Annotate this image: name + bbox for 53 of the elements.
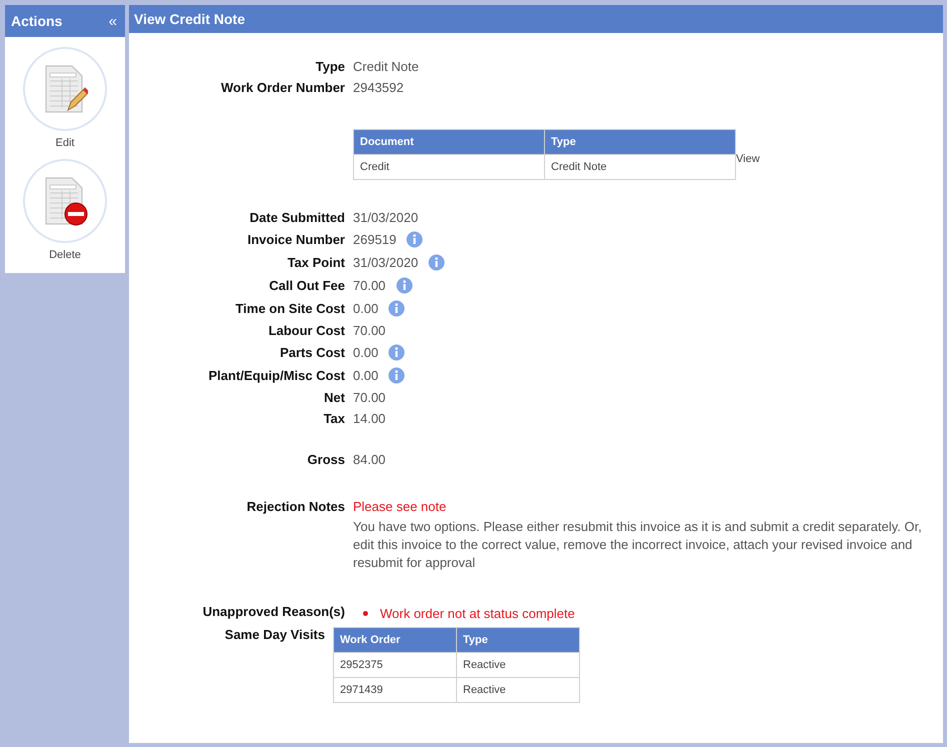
info-icon[interactable]: [406, 231, 424, 248]
field-value: 14.00: [353, 411, 386, 426]
field-label: Plant/Equip/Misc Cost: [207, 368, 345, 383]
field-label: Invoice Number: [246, 232, 345, 247]
field-label: Time on Site Cost: [234, 301, 345, 316]
field-value: Credit Note: [353, 59, 420, 74]
field-value: 269519: [353, 232, 396, 247]
field-label: Call Out Fee: [268, 278, 345, 293]
info-icon[interactable]: [428, 254, 446, 271]
field-value: 70.00: [353, 323, 386, 338]
info-icon[interactable]: [388, 344, 406, 361]
reason-text: Work order not at status complete: [380, 606, 575, 621]
rejection-note: You have two options. Please either resubmit this invoice as it is and submit a credit separately. Or, edit this invoice to the correct value, remove the incorrect invoice, attach your revised invoice and resubmit for approval: [353, 518, 923, 572]
view-link[interactable]: View: [736, 152, 760, 164]
field-label: Gross: [306, 452, 345, 467]
column-header: Type: [544, 130, 736, 154]
field-value: 0.00: [353, 345, 378, 360]
panel-title: View Credit Note: [134, 11, 245, 27]
field-label: Type: [314, 59, 345, 74]
field-label: Rejection Notes: [246, 499, 345, 514]
field-value: 0.00: [353, 368, 378, 383]
field-label: Date Submitted: [248, 210, 345, 225]
field-label: Parts Cost: [278, 345, 345, 360]
field-value: 84.00: [353, 452, 386, 467]
field-value: 0.00: [353, 301, 378, 316]
info-icon[interactable]: [388, 300, 406, 317]
table-cell: Reactive: [456, 678, 580, 702]
table-cell: Credit: [354, 154, 544, 180]
column-header: Document: [354, 130, 544, 154]
column-header: Work Order: [334, 628, 456, 652]
field-value: 2943592: [353, 80, 405, 95]
field-label: Net: [323, 390, 345, 405]
bullet-icon: [363, 611, 368, 616]
field-value: 31/03/2020: [353, 210, 418, 225]
table-cell: Credit Note: [544, 154, 736, 180]
table-cell: Reactive: [456, 652, 580, 678]
field-value: 70.00: [353, 278, 386, 293]
table-cell: 2971439: [334, 678, 456, 702]
field-label: Labour Cost: [267, 323, 345, 338]
field-label: Same Day Visits: [224, 627, 325, 642]
field-label: Tax Point: [286, 255, 345, 270]
note-link[interactable]: Please see note: [353, 499, 446, 514]
field-label: Tax: [322, 411, 345, 426]
table-cell: 2952375: [334, 652, 456, 678]
collapse-button[interactable]: «: [108, 12, 117, 30]
panel-title: Actions: [11, 13, 62, 29]
field-label: Unapproved Reason(s): [202, 604, 345, 619]
field-label: Work Order Number: [220, 80, 345, 95]
field-value: 70.00: [353, 390, 386, 405]
column-header: Type: [456, 628, 580, 652]
field-value: 31/03/2020: [353, 255, 418, 270]
info-icon[interactable]: [396, 277, 413, 294]
info-icon[interactable]: [388, 367, 406, 384]
